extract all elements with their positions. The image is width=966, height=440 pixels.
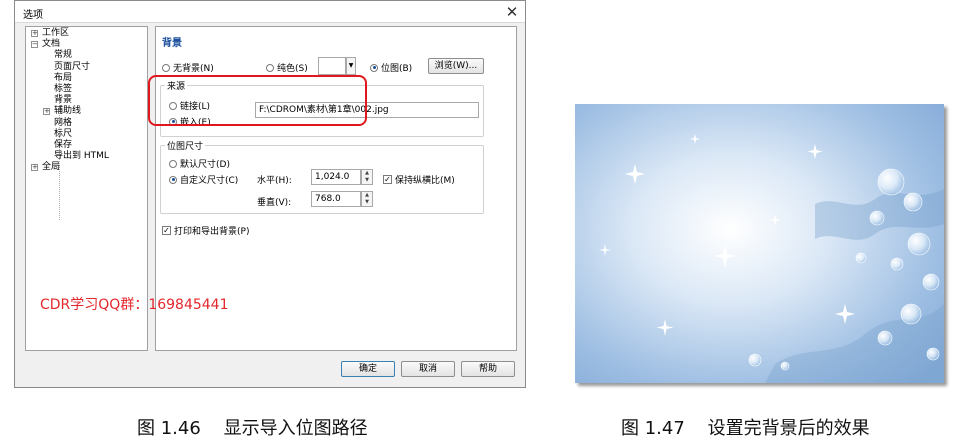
source-highlight-frame bbox=[148, 75, 367, 126]
chevron-down-icon[interactable]: ▼ bbox=[362, 177, 372, 184]
chevron-up-icon[interactable]: ▲ bbox=[362, 192, 372, 199]
group-label: 位图尺寸 bbox=[165, 139, 206, 152]
tree-item-workspace[interactable]: + 工作区 bbox=[26, 28, 147, 39]
cancel-button[interactable]: 取消 bbox=[401, 361, 455, 377]
tree-item-rulers[interactable]: 标尺 bbox=[26, 129, 147, 140]
collapse-icon[interactable]: − bbox=[31, 41, 38, 49]
print-export-checkbox[interactable]: ✓ 打印和导出背景(P) bbox=[162, 224, 249, 237]
caption-right: 图 1.47 设置完背景后的效果 bbox=[621, 418, 870, 439]
horizontal-label: 水平(H): bbox=[257, 176, 292, 186]
tree-item-background[interactable]: 背景 bbox=[26, 95, 147, 106]
chevron-up-icon[interactable]: ▲ bbox=[362, 170, 372, 177]
radio-label: 默认尺寸(D) bbox=[180, 160, 230, 170]
bitmap-radio[interactable]: 位图(B) bbox=[370, 61, 412, 74]
color-swatch[interactable] bbox=[318, 57, 346, 75]
tree-item-label: 布局 bbox=[54, 72, 73, 83]
checkmark-icon: ✓ bbox=[383, 175, 392, 184]
tree-item-global[interactable]: + 全局 bbox=[26, 162, 147, 173]
default-size-radio[interactable]: 默认尺寸(D) bbox=[169, 157, 230, 170]
keep-aspect-checkbox[interactable]: ✓ 保持纵横比(M) bbox=[383, 173, 455, 186]
chevron-down-icon[interactable]: ▼ bbox=[362, 199, 372, 206]
dialog-titlebar: 选项 ✕ bbox=[15, 1, 525, 23]
tree-item-label: 导出到 HTML bbox=[54, 151, 109, 162]
tree-item-export-html[interactable]: 导出到 HTML bbox=[26, 151, 147, 162]
tree-item-label: 全局 bbox=[42, 162, 61, 173]
radio-label: 位图(B) bbox=[381, 64, 413, 74]
tree-item-labels[interactable]: 标签 bbox=[26, 84, 147, 95]
sparkle-bubble-illustration bbox=[575, 104, 944, 383]
tree-item-label: 网格 bbox=[54, 117, 73, 128]
radio-icon bbox=[169, 159, 177, 168]
tree-item-save[interactable]: 保存 bbox=[26, 140, 147, 151]
horizontal-input[interactable]: 1,024.0 bbox=[311, 169, 361, 185]
tree-item-label: 页面尺寸 bbox=[54, 61, 91, 72]
expand-icon[interactable]: + bbox=[31, 30, 38, 37]
tree-item-label: 背景 bbox=[54, 95, 73, 106]
section-title: 背景 bbox=[162, 38, 182, 49]
tree-item-layout[interactable]: 布局 bbox=[26, 73, 147, 84]
radio-label: 纯色(S) bbox=[277, 64, 308, 74]
solid-color-radio[interactable]: 纯色(S) bbox=[266, 61, 308, 74]
no-background-radio[interactable]: 无背景(N) bbox=[162, 61, 214, 74]
ok-button[interactable]: 确定 bbox=[341, 361, 395, 377]
caption-left: 图 1.46 显示导入位图路径 bbox=[137, 418, 368, 439]
tree-item-grid[interactable]: 网格 bbox=[26, 118, 147, 129]
expand-icon[interactable]: + bbox=[43, 108, 50, 116]
radio-label: 无背景(N) bbox=[173, 64, 214, 74]
bitmap-size-group: 位图尺寸 默认尺寸(D) 自定义尺寸(C) 水平(H): 1,024.0 ▲ ▼ … bbox=[160, 139, 484, 214]
dialog-title: 选项 bbox=[23, 10, 43, 21]
checkbox-label: 打印和导出背景(P) bbox=[174, 227, 250, 237]
radio-icon bbox=[370, 63, 378, 72]
tree-item-label: 标签 bbox=[54, 83, 73, 94]
radio-icon bbox=[266, 63, 274, 72]
chevron-down-icon[interactable]: ▼ bbox=[346, 57, 356, 75]
radio-icon bbox=[162, 63, 170, 72]
custom-size-radio[interactable]: 自定义尺寸(C) bbox=[169, 173, 238, 186]
tree-item-guidelines[interactable]: + 辅助线 bbox=[26, 106, 147, 117]
radio-label: 自定义尺寸(C) bbox=[180, 176, 239, 186]
tree-item-general[interactable]: 常规 bbox=[26, 50, 147, 61]
tree-item-label: 常规 bbox=[54, 50, 73, 61]
checkmark-icon: ✓ bbox=[162, 226, 171, 235]
browse-button[interactable]: 浏览(W)... bbox=[428, 58, 484, 74]
checkbox-label: 保持纵横比(M) bbox=[395, 176, 455, 186]
tree-item-document[interactable]: − 文档 bbox=[26, 39, 147, 50]
vertical-label: 垂直(V): bbox=[257, 198, 292, 208]
close-icon[interactable]: ✕ bbox=[503, 3, 521, 21]
background-preview-image bbox=[575, 104, 944, 383]
tree-item-label: 工作区 bbox=[42, 28, 70, 38]
vertical-spinner[interactable]: ▲ ▼ bbox=[361, 191, 373, 207]
horizontal-spinner[interactable]: ▲ ▼ bbox=[361, 169, 373, 185]
tree-item-page-size[interactable]: 页面尺寸 bbox=[26, 62, 147, 73]
tree-item-label: 标尺 bbox=[54, 128, 73, 139]
radio-icon bbox=[169, 175, 177, 184]
tree-item-label: 辅助线 bbox=[54, 106, 82, 117]
tree-item-label: 保存 bbox=[54, 139, 73, 150]
help-button[interactable]: 帮助 bbox=[461, 361, 515, 377]
vertical-input[interactable]: 768.0 bbox=[311, 191, 361, 207]
watermark-text: CDR学习QQ群：169845441 bbox=[40, 297, 229, 313]
options-dialog: 选项 ✕ + 工作区 − 文档 常规 页面尺寸 布局 标签 背景 + 辅助线 网格 标… bbox=[14, 0, 526, 388]
tree-item-label: 文档 bbox=[42, 39, 61, 50]
expand-icon[interactable]: + bbox=[31, 164, 38, 172]
